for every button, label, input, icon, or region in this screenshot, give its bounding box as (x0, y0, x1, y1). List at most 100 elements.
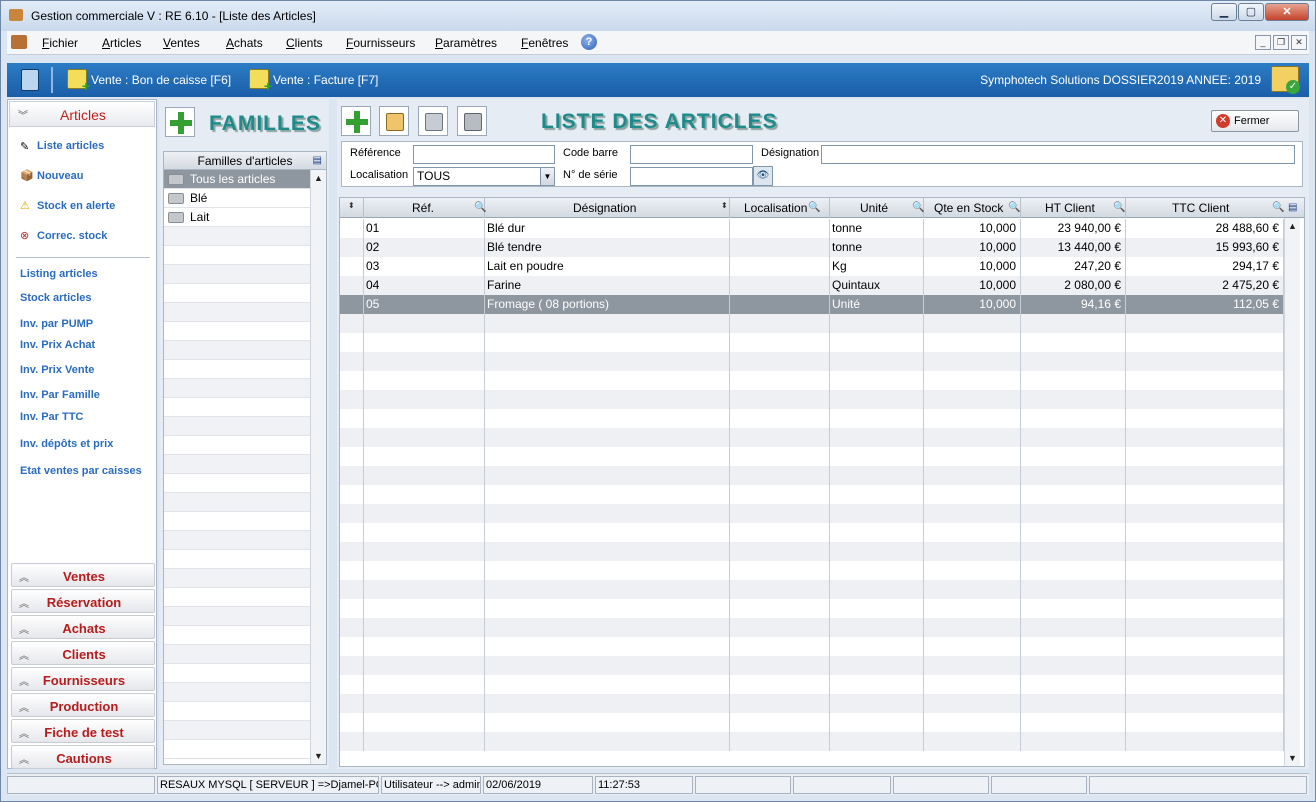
search-serie-icon[interactable]: 👁 (753, 166, 773, 186)
mdi-close-icon[interactable]: ✕ (1291, 35, 1307, 50)
accordion-fiche-test[interactable]: ︽ Fiche de test (11, 719, 155, 743)
empty-row (164, 645, 310, 664)
link-listing-articles[interactable]: Listing articles (20, 268, 98, 280)
view-article-button[interactable] (418, 106, 448, 136)
mdi-minimize-icon[interactable]: _ (1255, 35, 1271, 50)
table-row[interactable]: 04 Farine Quintaux 10,000 2 080,00 €2 475,20… (340, 276, 1284, 295)
famille-row[interactable]: Blé (164, 189, 310, 208)
link-nouveau[interactable]: Nouveau (37, 170, 83, 182)
search-icon[interactable]: 🔍 (808, 198, 820, 218)
link-inv-par-ttc[interactable]: Inv. Par TTC (20, 411, 83, 423)
search-icon[interactable]: 🔍 (912, 198, 924, 218)
cell-qte (924, 580, 1021, 599)
edit-article-button[interactable] (379, 106, 409, 136)
link-etat-ventes-caisses[interactable]: Etat ventes par caisses (20, 465, 142, 477)
vente-facture-button[interactable]: Vente : Facture [F7] (273, 73, 378, 87)
add-article-button[interactable] (341, 106, 371, 136)
reference-label: Référence (350, 147, 401, 159)
cell-ref: 04 (364, 276, 485, 295)
link-correc-stock[interactable]: Correc. stock (37, 230, 107, 242)
scroll-down-icon[interactable]: ▼ (1288, 753, 1297, 763)
vente-bon-caisse-button[interactable]: Vente : Bon de caisse [F6] (91, 73, 231, 87)
fermer-button[interactable]: ✕ Fermer (1211, 110, 1299, 132)
empty-row (164, 322, 310, 341)
link-inv-par-famille[interactable]: Inv. Par Famille (20, 389, 100, 401)
menu-clients[interactable]: Clients (286, 36, 323, 50)
calculator-icon[interactable] (21, 69, 39, 91)
close-icon[interactable]: ✕ (1265, 3, 1309, 21)
col-ref[interactable]: Réf. 🔍 (364, 198, 486, 218)
chevron-down-icon[interactable]: ▼ (540, 168, 554, 185)
scroll-up-icon[interactable]: ▲ (314, 173, 323, 183)
accordion-reservation[interactable]: ︽ Réservation (11, 589, 155, 613)
familles-scrollbar[interactable]: ▲ ▼ (310, 170, 326, 764)
sort-icon[interactable]: ⬍ (348, 196, 355, 216)
add-famille-button[interactable] (165, 107, 195, 137)
scroll-up-icon[interactable]: ▲ (1288, 221, 1297, 231)
serie-input[interactable] (630, 167, 753, 186)
search-icon[interactable]: 🔍 (1008, 198, 1020, 218)
link-stock-articles[interactable]: Stock articles (20, 292, 92, 304)
accordion-ventes[interactable]: ︽ Ventes (11, 563, 155, 587)
search-icon[interactable]: 🔍 (1272, 198, 1284, 218)
column-chooser-icon[interactable]: ▤ (313, 152, 322, 170)
menu-fichier[interactable]: Fichier (42, 36, 78, 50)
link-inv-depots-prix[interactable]: Inv. dépôts et prix (20, 438, 113, 450)
link-inv-pump[interactable]: Inv. par PUMP (20, 318, 93, 330)
column-chooser-icon[interactable]: ▤ (1288, 198, 1297, 218)
link-inv-prix-achat[interactable]: Inv. Prix Achat (20, 339, 95, 351)
col-ttc[interactable]: TTC Client 🔍 ▤ (1126, 198, 1304, 218)
col-qte[interactable]: Qte en Stock 🔍 (924, 198, 1021, 218)
table-row[interactable]: 05 Fromage ( 08 portions) Unité 10,000 94,16… (340, 295, 1284, 314)
folder-check-icon[interactable] (1271, 66, 1300, 94)
col-localisation[interactable]: Localisation 🔍 (730, 198, 830, 218)
localisation-select[interactable]: TOUS ▼ (413, 167, 555, 186)
col-designation[interactable]: Désignation ⬍ (485, 198, 730, 218)
cell-qte (924, 390, 1021, 409)
table-row[interactable]: 02 Blé tendre tonne 10,000 13 440,00 €15 993… (340, 238, 1284, 257)
menu-achats[interactable]: Achats (226, 36, 263, 50)
accordion-clients[interactable]: ︽ Clients (11, 641, 155, 665)
accordion-fournisseurs[interactable]: ︽ Fournisseurs (11, 667, 155, 691)
link-liste-articles[interactable]: Liste articles (37, 140, 104, 152)
cell-qte (924, 732, 1021, 751)
empty-row (340, 523, 1284, 542)
col-ht[interactable]: HT Client 🔍 (1021, 198, 1126, 218)
cell-localisation (730, 656, 830, 675)
col-unite[interactable]: Unité 🔍 (830, 198, 924, 218)
menu-articles[interactable]: Articles (102, 36, 141, 50)
cell-localisation (730, 561, 830, 580)
scroll-down-icon[interactable]: ▼ (314, 751, 323, 761)
sort-icon[interactable]: ⬍ (721, 196, 728, 216)
help-icon[interactable]: ? (581, 34, 597, 50)
cell-unite (830, 466, 924, 485)
grid-scrollbar[interactable]: ▲ ▼ (1284, 218, 1300, 766)
designation-input[interactable] (821, 145, 1295, 164)
accordion-achats[interactable]: ︽ Achats (11, 615, 155, 639)
accordion-production[interactable]: ︽ Production (11, 693, 155, 717)
table-row[interactable]: 01 Blé dur tonne 10,000 23 940,00 €28 488,60… (340, 219, 1284, 238)
print-button[interactable] (457, 106, 487, 136)
menu-fournisseurs[interactable]: Fournisseurs (346, 36, 415, 50)
minimize-icon[interactable]: ▁ (1211, 3, 1237, 21)
search-icon[interactable]: 🔍 (1113, 198, 1125, 218)
app-menu-icon[interactable] (11, 35, 27, 49)
menu-parametres[interactable]: Paramètres (435, 36, 497, 50)
filter-box: Référence Code barre Désignation Localis… (341, 141, 1303, 187)
menu-ventes[interactable]: Ventes (163, 36, 200, 50)
table-row[interactable]: 03 Lait en poudre Kg 10,000 247,20 €294,17 … (340, 257, 1284, 276)
famille-row[interactable]: Lait (164, 208, 310, 227)
maximize-icon[interactable]: ▢ (1238, 3, 1264, 21)
facture-icon[interactable] (249, 69, 272, 94)
link-stock-alerte[interactable]: Stock en alerte (37, 200, 115, 212)
bon-caisse-icon[interactable] (67, 69, 90, 94)
cell-ht (1021, 675, 1126, 694)
menu-fenetres[interactable]: Fenêtres (521, 36, 568, 50)
codebarre-input[interactable] (630, 145, 753, 164)
reference-input[interactable] (413, 145, 555, 164)
accordion-cautions[interactable]: ︽ Cautions (11, 745, 155, 769)
sidebar-section-articles[interactable]: ︾ Articles (9, 101, 155, 127)
link-inv-prix-vente[interactable]: Inv. Prix Vente (20, 364, 94, 376)
mdi-restore-icon[interactable]: ❐ (1273, 35, 1289, 50)
famille-row[interactable]: Tous les articles (164, 170, 310, 189)
